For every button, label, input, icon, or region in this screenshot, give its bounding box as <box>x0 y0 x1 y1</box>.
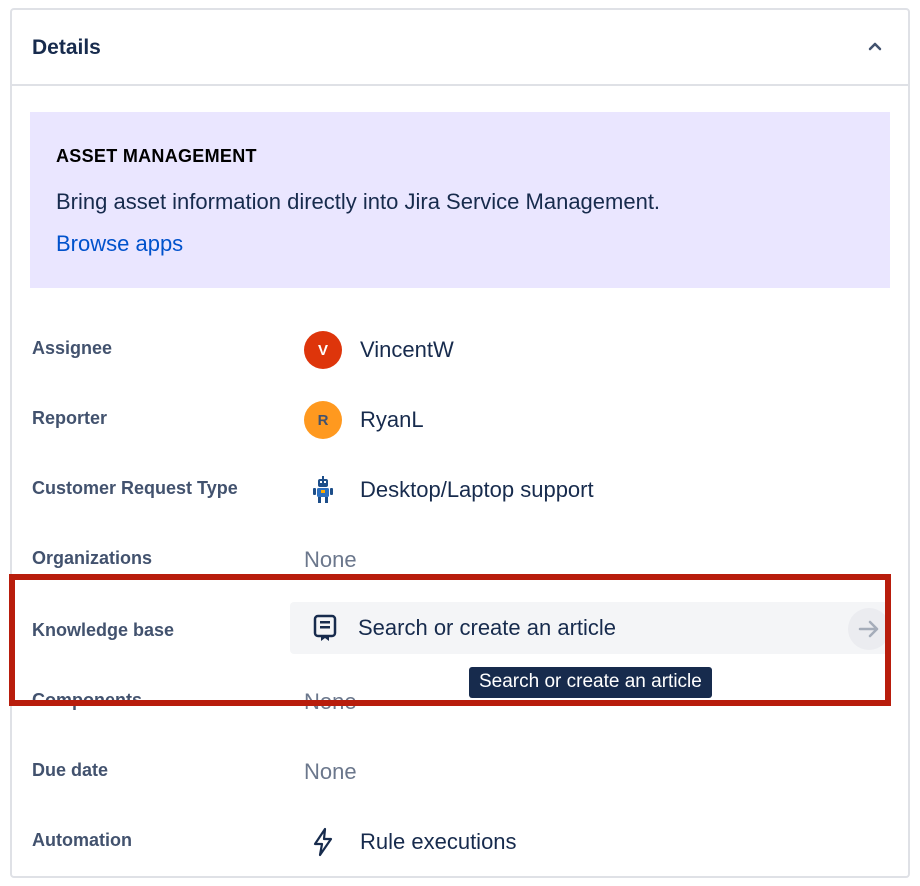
article-icon <box>306 609 344 647</box>
reporter-value[interactable]: R RyanL <box>304 401 424 439</box>
browse-apps-link[interactable]: Browse apps <box>56 231 183 257</box>
banner-text: Bring asset information directly into Ji… <box>56 189 661 214</box>
reporter-name: RyanL <box>360 407 424 432</box>
request-type-row: Customer Request Type Desktop/Laptop sup… <box>12 464 908 514</box>
request-type-name: Desktop/Laptop support <box>360 477 594 502</box>
organizations-label: Organizations <box>32 548 153 568</box>
banner-heading: ASSET MANAGEMENT <box>56 146 257 166</box>
automation-row: Automation Rule executions <box>12 816 908 866</box>
request-type-label: Customer Request Type <box>32 478 238 498</box>
details-header[interactable]: Details <box>12 10 908 86</box>
reporter-label: Reporter <box>32 408 108 428</box>
assignee-row: Assignee V VincentW <box>12 324 908 374</box>
assignee-value[interactable]: V VincentW <box>304 331 454 369</box>
reporter-row: Reporter R RyanL <box>12 394 908 444</box>
due-date-none: None <box>304 759 357 784</box>
knowledge-base-tooltip: Search or create an article <box>469 667 712 698</box>
components-label: Components <box>32 690 142 710</box>
organizations-none: None <box>304 547 357 572</box>
components-row: Components None <box>12 676 908 726</box>
organizations-row: Organizations None <box>12 534 908 584</box>
automation-name: Rule executions <box>360 829 517 854</box>
robot-icon <box>304 471 342 509</box>
knowledge-base-placeholder: Search or create an article <box>358 615 617 640</box>
knowledge-base-label: Knowledge base <box>32 620 175 640</box>
assignee-label: Assignee <box>32 338 113 358</box>
arrow-right-icon <box>858 620 879 638</box>
details-title: Details <box>32 36 101 59</box>
due-date-row: Due date None <box>12 746 908 796</box>
components-value[interactable]: None <box>304 684 357 720</box>
knowledge-base-field[interactable]: Search or create an article <box>290 602 890 654</box>
due-date-label: Due date <box>32 760 109 780</box>
lightning-icon <box>304 823 342 861</box>
chevron-up-icon <box>868 42 882 51</box>
details-panel: Details ASSET MANAGEMENT Bring asset inf… <box>10 8 910 878</box>
asset-management-banner: ASSET MANAGEMENT Bring asset information… <box>30 112 890 288</box>
knowledge-base-go-button[interactable] <box>848 608 890 650</box>
components-none: None <box>304 689 357 714</box>
assignee-avatar: V <box>304 331 342 369</box>
automation-value[interactable]: Rule executions <box>304 824 517 860</box>
automation-label: Automation <box>32 830 132 850</box>
reporter-avatar: R <box>304 401 342 439</box>
request-type-value[interactable]: Desktop/Laptop support <box>304 472 594 508</box>
collapse-button[interactable] <box>860 32 890 62</box>
organizations-value[interactable]: None <box>304 542 357 578</box>
assignee-name: VincentW <box>360 337 454 362</box>
due-date-value[interactable]: None <box>304 754 357 790</box>
